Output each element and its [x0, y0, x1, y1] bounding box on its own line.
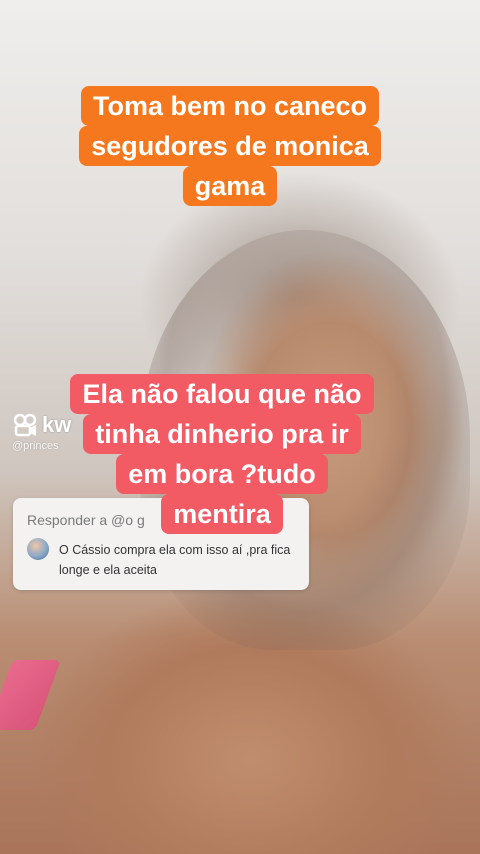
caption-line: em bora ?tudo: [116, 454, 328, 494]
caption-line: Ela não falou que não: [70, 374, 374, 414]
caption-top: Toma bem no caneco segudores de monica g…: [62, 86, 398, 206]
caption-middle: Ela não falou que não tinha dinherio pra…: [55, 374, 389, 534]
video-app-icon: [13, 413, 37, 437]
caption-line: tinha dinherio pra ir: [83, 414, 361, 454]
caption-line: segudores de monica: [79, 126, 381, 166]
avatar: [27, 538, 49, 560]
caption-line: mentira: [161, 494, 283, 534]
caption-line: gama: [182, 166, 278, 206]
reply-comment-text: O Cássio compra ela com isso aí ,pra fic…: [59, 543, 291, 577]
caption-line: Toma bem no caneco: [80, 86, 380, 126]
